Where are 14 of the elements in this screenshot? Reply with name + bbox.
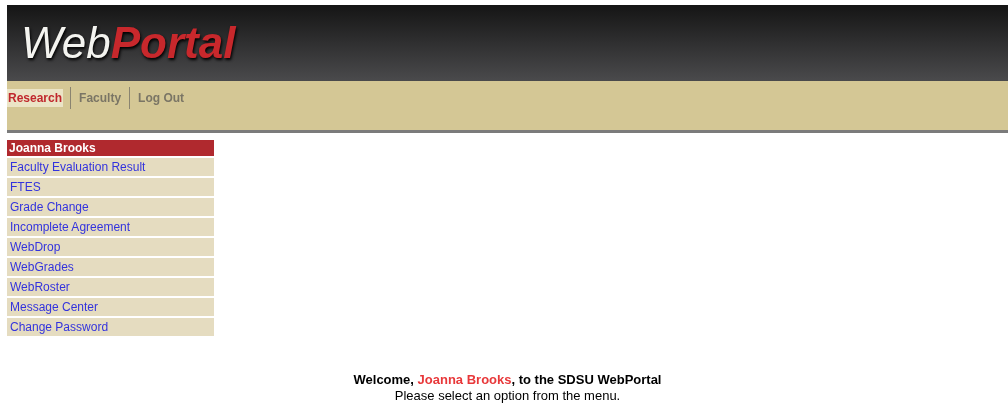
sidebar-item[interactable]: Incomplete Agreement	[7, 218, 214, 236]
sidebar-title: Joanna Brooks	[7, 140, 214, 156]
welcome-text: Welcome, Joanna Brooks, to the SDSU WebPortal	[353, 372, 662, 387]
sidebar-item[interactable]: Faculty Evaluation Result	[7, 158, 214, 176]
sidebar-item[interactable]: WebRoster	[7, 278, 214, 296]
logo: WebPortal	[21, 18, 236, 68]
sidebar-item[interactable]: Grade Change	[7, 198, 214, 216]
sidebar-item[interactable]: WebDrop	[7, 238, 214, 256]
instruction-text: Please select an option from the menu.	[393, 388, 622, 403]
nav-tab[interactable]: Research	[7, 89, 64, 107]
sidebar-item[interactable]: FTES	[7, 178, 214, 196]
sidebar-item[interactable]: Change Password	[7, 318, 214, 336]
sidebar-item[interactable]: WebGrades	[7, 258, 214, 276]
sidebar-item[interactable]: Message Center	[7, 298, 214, 316]
